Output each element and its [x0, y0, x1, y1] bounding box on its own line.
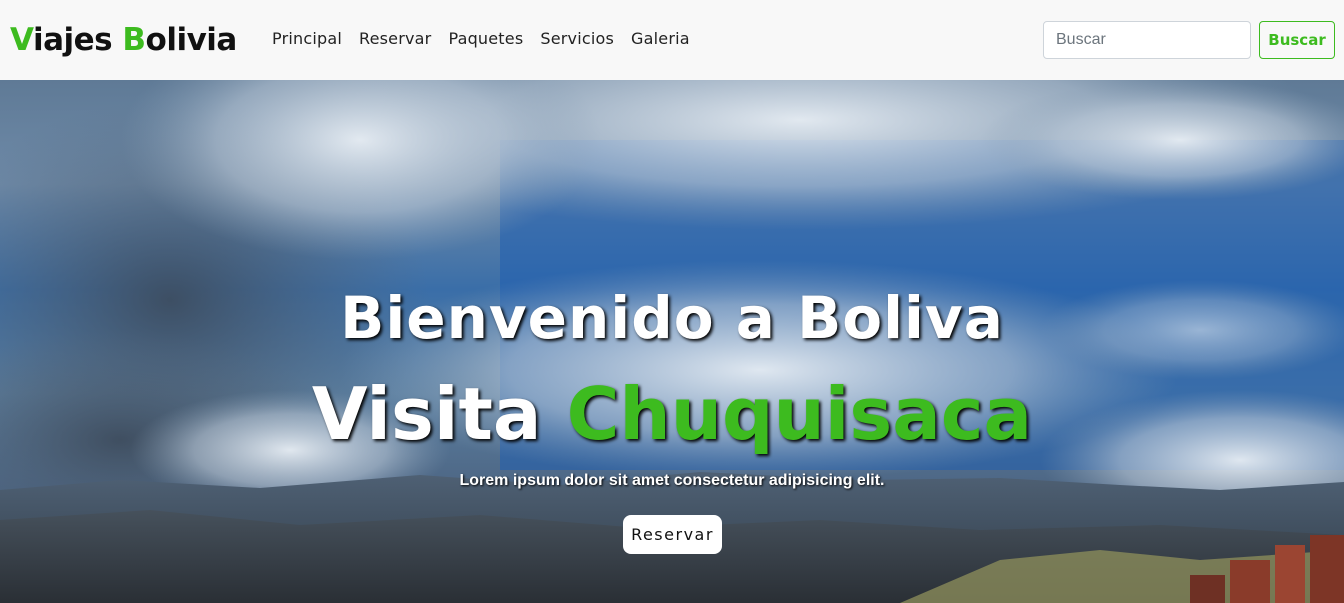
hero-subheading-green: Chuquisaca	[566, 372, 1033, 456]
hero-text: Lorem ipsum dolor sit amet consectetur a…	[459, 472, 885, 489]
brand-initial-b: B	[122, 22, 146, 58]
nav-item-paquetes[interactable]: Paquetes	[448, 28, 523, 50]
nav-item-principal[interactable]: Principal	[272, 28, 342, 50]
brand-initial-v: V	[10, 22, 33, 58]
brand-logo[interactable]: Viajes Bolivia	[10, 20, 237, 60]
nav-item-servicios[interactable]: Servicios	[540, 28, 614, 50]
hero-section: Bienvenido a Boliva Visita Chuquisaca Lo…	[0, 80, 1344, 603]
hero-content: Bienvenido a Boliva Visita Chuquisaca Lo…	[0, 80, 1344, 603]
brand-text-part2: olivia	[145, 22, 238, 58]
hero-subheading-white: Visita	[311, 372, 567, 456]
brand-text-part1: iajes	[32, 22, 123, 58]
hero-heading: Bienvenido a Boliva	[340, 284, 1004, 352]
hero-reservar-button[interactable]: Reservar	[623, 515, 722, 554]
nav-links: Principal Reservar Paquetes Servicios Ga…	[272, 28, 707, 50]
search-input[interactable]	[1043, 21, 1251, 59]
search-button[interactable]: Buscar	[1259, 21, 1335, 59]
nav-item-reservar[interactable]: Reservar	[359, 28, 431, 50]
navbar: Viajes Bolivia Principal Reservar Paquet…	[0, 0, 1344, 80]
hero-subheading: Visita Chuquisaca	[0, 372, 1344, 456]
nav-item-galeria[interactable]: Galeria	[631, 28, 690, 50]
